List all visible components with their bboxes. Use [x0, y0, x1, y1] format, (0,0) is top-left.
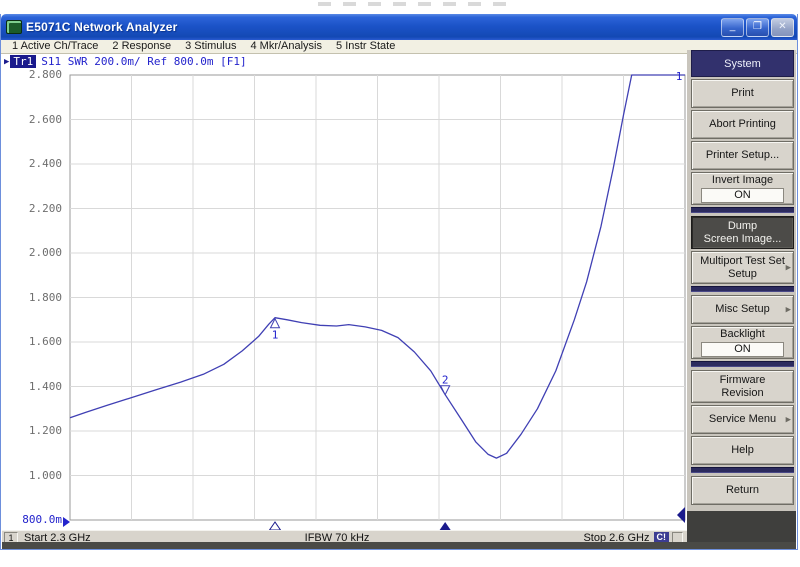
- minimize-button[interactable]: _: [721, 18, 744, 37]
- page: E5071C Network Analyzer _ ❐ ✕ 1 Active C…: [0, 0, 800, 567]
- submenu-arrow-icon: ▶: [786, 261, 791, 274]
- softkey-button-multiport-test-set-setup[interactable]: Multiport Test SetSetup ▶: [691, 251, 794, 284]
- screen-bottom-strip: [2, 542, 796, 549]
- softkey-label: Help: [731, 444, 754, 457]
- menu-item-response[interactable]: 2 Response: [105, 40, 178, 53]
- softkey-label: Revision: [721, 387, 763, 400]
- toggle-state: ON: [701, 342, 784, 357]
- y-axis-label: 1.400: [2, 380, 62, 393]
- toggle-state: ON: [701, 188, 784, 203]
- softkey-label: Dump: [728, 220, 757, 233]
- instrument-screen: ▶ Tr1 S11 SWR 200.0m/ Ref 800.0m [F1] 1 …: [2, 54, 687, 542]
- softkey-label: System: [724, 58, 761, 70]
- y-axis-label: 1.200: [2, 424, 62, 437]
- softkey-label: Return: [726, 484, 759, 497]
- softkey-label: Print: [731, 87, 754, 100]
- trace-end-label: 1: [676, 70, 683, 83]
- swr-plot: 1 2 1: [2, 55, 687, 530]
- softkey-label: Multiport Test Set: [700, 255, 785, 268]
- softkey-separator: [691, 286, 794, 292]
- restore-button[interactable]: ❐: [746, 18, 769, 37]
- stimulus-marker-active[interactable]: [440, 522, 451, 530]
- channel-number-box: 1: [4, 532, 18, 543]
- softkey-label: Firmware: [720, 374, 766, 387]
- ifbw-label: IFBW 70 kHz: [91, 532, 584, 543]
- start-frequency-label: Start 2.3 GHz: [24, 532, 91, 543]
- menu-item-stimulus[interactable]: 3 Stimulus: [178, 40, 243, 53]
- close-button[interactable]: ✕: [771, 18, 794, 37]
- app-window: E5071C Network Analyzer _ ❐ ✕ 1 Active C…: [0, 14, 798, 550]
- reference-level-label: 800.0m: [2, 513, 62, 526]
- softkey-label: Screen Image...: [704, 233, 782, 246]
- softkey-button-invert-image[interactable]: Invert ImageON: [691, 172, 794, 205]
- svg-text:2: 2: [442, 374, 449, 387]
- stimulus-marker[interactable]: [270, 522, 281, 530]
- softkey-label: Invert Image: [712, 174, 773, 187]
- softkey-button-misc-setup[interactable]: Misc Setup ▶: [691, 295, 794, 324]
- window-title: E5071C Network Analyzer: [26, 20, 719, 34]
- channel-status-bar: 1 Start 2.3 GHz IFBW 70 kHz Stop 2.6 GHz…: [2, 530, 687, 542]
- submenu-arrow-icon: ▶: [786, 303, 791, 316]
- y-axis-label: 1.800: [2, 291, 62, 304]
- softkey-button-backlight[interactable]: BacklightON: [691, 326, 794, 359]
- softkey-label: Misc Setup: [715, 303, 769, 316]
- softkey-button-dump-screen-image[interactable]: DumpScreen Image...: [691, 216, 794, 249]
- title-bar: E5071C Network Analyzer _ ❐ ✕: [1, 14, 797, 40]
- y-axis-label: 2.800: [2, 68, 62, 81]
- softkey-label: Setup: [728, 268, 757, 281]
- softkey-separator: [691, 467, 794, 473]
- reference-level-arrow-icon[interactable]: [63, 517, 70, 527]
- menu-item-mkr-analysis[interactable]: 4 Mkr/Analysis: [243, 40, 329, 53]
- menu-bar: 1 Active Ch/Trace 2 Response 3 Stimulus …: [1, 40, 797, 54]
- softkey-label: Abort Printing: [709, 118, 776, 131]
- softkey-label: Printer Setup...: [706, 149, 779, 162]
- softkey-button-firmware-revision[interactable]: FirmwareRevision: [691, 370, 794, 403]
- menu-item-active-ch-trace[interactable]: 1 Active Ch/Trace: [5, 40, 105, 53]
- y-axis-label: 2.600: [2, 113, 62, 126]
- svg-text:1: 1: [272, 329, 279, 342]
- cropped-caption-artifact: [318, 2, 518, 6]
- submenu-arrow-icon: ▶: [786, 413, 791, 426]
- softkey-button-return[interactable]: Return: [691, 476, 794, 505]
- softkey-label: Service Menu: [709, 413, 776, 426]
- y-axis-label: 2.400: [2, 157, 62, 170]
- status-spare-box: [672, 532, 683, 543]
- softkey-button-abort-printing[interactable]: Abort Printing: [691, 110, 794, 139]
- y-axis-label: 2.000: [2, 246, 62, 259]
- softkey-list: System Print Abort Printing Printer Setup..…: [687, 50, 796, 511]
- softkey-button-service-menu[interactable]: Service Menu ▶: [691, 405, 794, 434]
- app-icon: [6, 20, 22, 34]
- y-axis-label: 1.000: [2, 469, 62, 482]
- stop-frequency-label: Stop 2.6 GHz: [583, 532, 649, 543]
- softkey-separator: [691, 207, 794, 213]
- y-axis-label: 1.600: [2, 335, 62, 348]
- y-axis-label: 2.200: [2, 202, 62, 215]
- softkey-separator: [691, 361, 794, 367]
- softkey-button-print[interactable]: Print: [691, 79, 794, 108]
- softkey-button-help[interactable]: Help: [691, 436, 794, 465]
- softkey-header-system: System: [691, 50, 794, 77]
- menu-item-instr-state[interactable]: 5 Instr State: [329, 40, 402, 53]
- softkey-sidebar: System Print Abort Printing Printer Setup..…: [687, 50, 796, 542]
- softkey-button-printer-setup[interactable]: Printer Setup...: [691, 141, 794, 170]
- softkey-label: Backlight: [720, 328, 765, 341]
- correction-status-badge: C!: [654, 532, 670, 542]
